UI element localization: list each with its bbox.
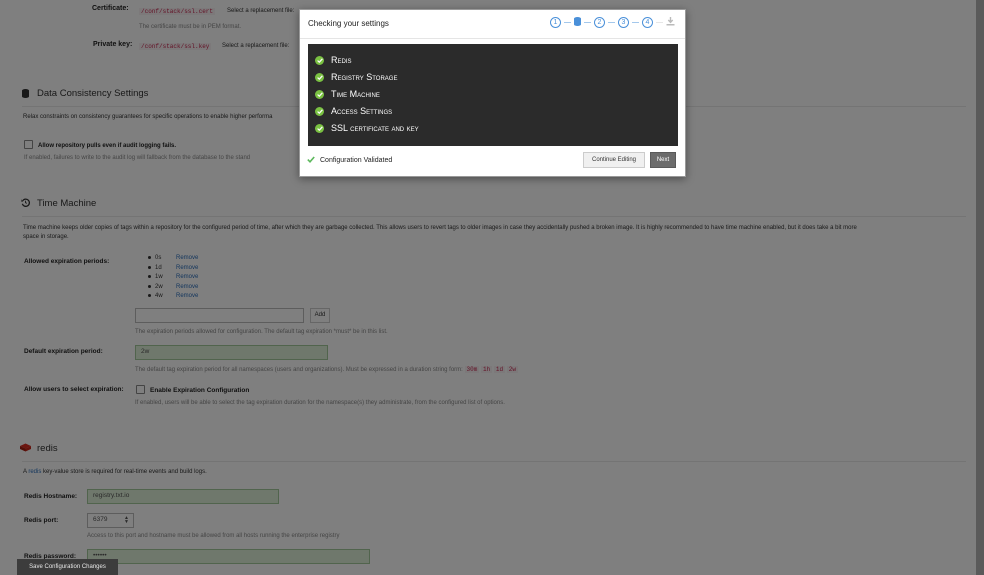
continue-editing-button[interactable]: Continue Editing (583, 152, 645, 168)
scrollbar[interactable] (976, 0, 984, 575)
download-icon (666, 17, 675, 28)
check-circle-icon (315, 89, 324, 99)
modal-header-divider (300, 38, 685, 39)
step-separator: — (564, 19, 571, 26)
status-text: Configuration Validated (320, 157, 393, 164)
step-separator: — (584, 19, 591, 26)
next-button[interactable]: Next (650, 152, 676, 168)
step-3-circle: 3 (618, 17, 629, 28)
step-1-circle: 1 (550, 17, 561, 28)
checkmark-icon (307, 156, 315, 165)
check-circle-icon (315, 72, 324, 82)
check-label: Redis (331, 55, 352, 65)
check-label: Access Settings (331, 106, 393, 116)
step-indicator: 1 — — 2 — 3 — 4 — (550, 17, 675, 28)
step-separator: — (608, 19, 615, 26)
check-item-redis: Redis (315, 55, 352, 65)
modal-title: Checking your settings (308, 19, 389, 28)
step-separator: — (656, 19, 663, 26)
check-circle-icon (315, 55, 324, 65)
database-step-icon (574, 17, 581, 28)
check-item-access-settings: Access Settings (315, 106, 392, 116)
check-item-registry-storage: Registry Storage (315, 72, 397, 82)
check-label: Registry Storage (331, 72, 398, 82)
check-label: SSL certificate and key (331, 123, 419, 133)
validation-modal: Checking your settings 1 — — 2 — 3 — 4 —… (299, 9, 686, 177)
check-circle-icon (315, 106, 324, 116)
check-circle-icon (315, 123, 324, 133)
check-label: Time Machine (331, 89, 380, 99)
check-item-ssl: SSL certificate and key (315, 123, 419, 133)
check-item-time-machine: Time Machine (315, 89, 380, 99)
step-separator: — (632, 19, 639, 26)
step-4-circle: 4 (642, 17, 653, 28)
validation-status: Configuration Validated (307, 156, 392, 165)
save-configuration-button[interactable]: Save Configuration Changes (17, 559, 118, 575)
checks-panel: Redis Registry Storage Time Machine Acce… (308, 44, 678, 146)
step-2-circle: 2 (594, 17, 605, 28)
